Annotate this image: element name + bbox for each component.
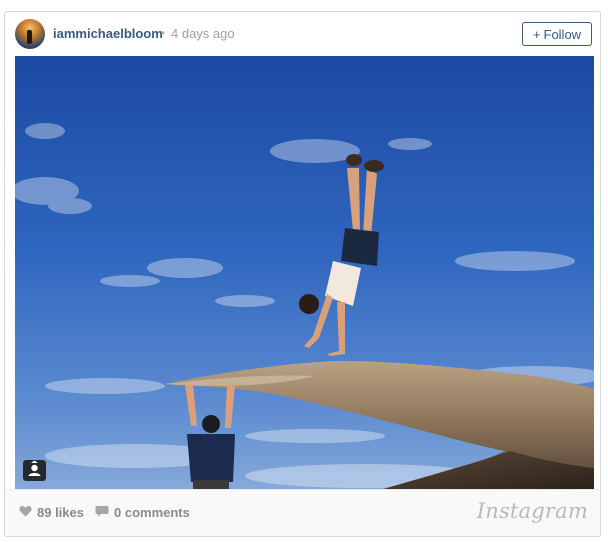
user-tag-icon[interactable] <box>23 460 46 481</box>
avatar-silhouette <box>27 30 32 44</box>
comment-bubble-icon <box>95 505 109 520</box>
avatar[interactable] <box>15 19 45 49</box>
photo-image <box>15 56 594 490</box>
likes-label: 89 likes <box>37 505 84 520</box>
post-timestamp[interactable]: 4 days ago <box>171 26 235 41</box>
comments-count[interactable]: 0 comments <box>95 505 190 520</box>
post-header: iammichaelbloom • 4 days ago + Follow <box>5 12 600 56</box>
post-photo[interactable] <box>15 56 594 490</box>
username-link[interactable]: iammichaelbloom <box>53 26 163 41</box>
instagram-logo[interactable]: Instagram <box>477 499 588 523</box>
follow-button[interactable]: + Follow <box>522 22 592 46</box>
follow-label: Follow <box>543 26 582 42</box>
comments-label: 0 comments <box>114 505 190 520</box>
plus-icon: + <box>532 26 541 42</box>
post-footer: 89 likes 0 comments Instagram <box>5 489 600 536</box>
instagram-embed-card: iammichaelbloom • 4 days ago + Follow 89… <box>4 11 601 537</box>
separator-dot: • <box>161 26 166 40</box>
heart-icon <box>19 505 32 520</box>
likes-count[interactable]: 89 likes <box>19 505 84 520</box>
